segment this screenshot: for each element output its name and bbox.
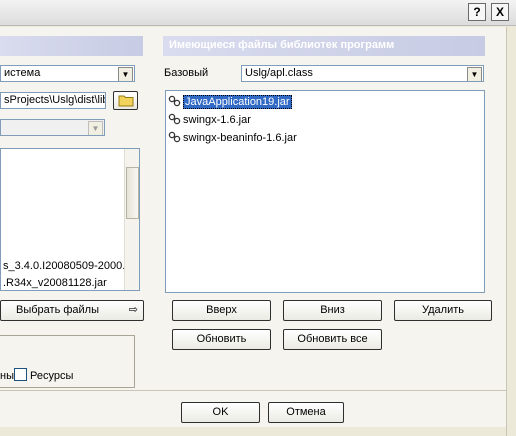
path-field[interactable]: sProjects\Uslg\dist\lib (0, 92, 106, 109)
browse-folder-button[interactable] (113, 91, 138, 110)
base-select[interactable]: Uslg/apl.class ▼ (241, 65, 484, 82)
scrollbar[interactable] (124, 149, 139, 290)
folder-icon (118, 95, 133, 107)
refresh-button[interactable]: Обновить (172, 329, 271, 350)
resources-checkbox[interactable] (13, 368, 27, 381)
list-item[interactable]: .R34x_v20081128.jar (1, 274, 107, 290)
path-field-value: sProjects\Uslg\dist\lib (4, 94, 106, 106)
cancel-button[interactable]: Отмена (268, 402, 344, 423)
system-select-value: истема (4, 67, 41, 79)
system-select[interactable]: истема ▼ (0, 65, 135, 82)
move-down-button[interactable]: Вниз (283, 300, 382, 321)
checkbox-row: ны Ресурсы (0, 368, 74, 382)
base-label: Базовый (164, 67, 209, 79)
jar-file-icon (168, 131, 181, 143)
list-item[interactable]: s_3.4.0.I20080509-2000.jar (1, 257, 138, 275)
move-up-button[interactable]: Вверх (172, 300, 271, 321)
left-file-list[interactable]: s_3.4.0.I20080509-2000.jar .R34x_v200811… (0, 148, 140, 291)
close-button[interactable]: X (491, 3, 509, 21)
disabled-select: ▼ (0, 119, 105, 136)
library-file-item[interactable]: swingx-1.6.jar (166, 111, 484, 129)
library-file-item[interactable]: JavaApplication19.jar (166, 93, 484, 111)
left-header-band (0, 36, 143, 56)
scrollbar-thumb[interactable] (126, 167, 139, 219)
chevron-down-icon[interactable]: ▼ (118, 67, 133, 81)
file-name: swingx-beaninfo-1.6.jar (183, 132, 297, 144)
arrow-right-icon: ⇨ (128, 304, 138, 316)
help-button[interactable]: ? (468, 3, 486, 21)
footer-divider (0, 390, 506, 391)
title-bar (0, 0, 516, 26)
dialog-edge (506, 27, 516, 436)
refresh-all-button[interactable]: Обновить все (283, 329, 382, 350)
base-select-value: Uslg/apl.class (245, 67, 313, 79)
ok-button[interactable]: OK (181, 402, 260, 423)
library-file-item[interactable]: swingx-beaninfo-1.6.jar (166, 129, 484, 147)
chevron-down-icon[interactable]: ▼ (467, 67, 482, 81)
section-title: Имеющиеся файлы библиотек программ (163, 36, 485, 56)
choose-files-button[interactable]: Выбрать файлы ⇨ (0, 300, 144, 321)
jar-file-icon (168, 95, 181, 107)
library-file-list[interactable]: JavaApplication19.jar swingx-1.6.jar swing… (165, 90, 485, 293)
chevron-down-icon: ▼ (88, 121, 103, 135)
file-name: swingx-1.6.jar (183, 114, 251, 126)
resources-label: Ресурсы (29, 370, 74, 382)
file-name: JavaApplication19.jar (183, 95, 292, 109)
delete-button[interactable]: Удалить (394, 300, 492, 321)
jar-file-icon (168, 113, 181, 125)
